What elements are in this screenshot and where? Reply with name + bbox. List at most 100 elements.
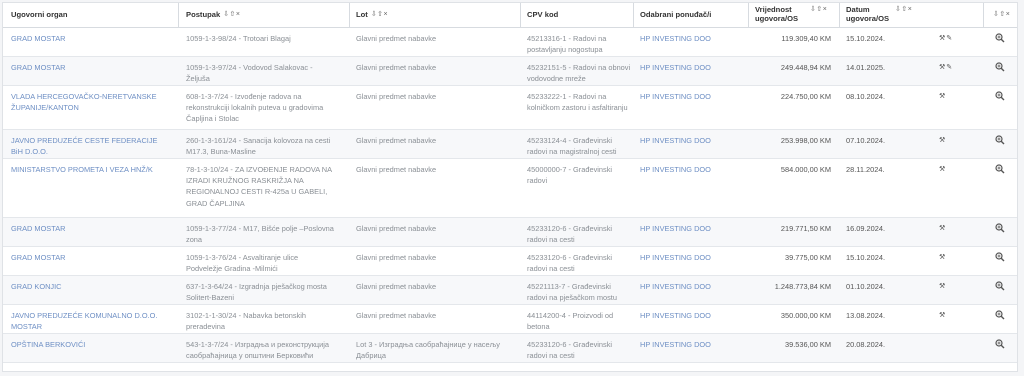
column-separator bbox=[983, 3, 984, 27]
zoom-icon[interactable] bbox=[995, 252, 1005, 262]
row-action-icons: ⚒ bbox=[939, 135, 946, 146]
table-row[interactable]: JAVNO PREDUZEĆE KOMUNALNO D.O.O. MOSTAR 3… bbox=[3, 305, 1017, 334]
row-action-icons: ⚒ bbox=[939, 164, 946, 175]
zoom-icon[interactable] bbox=[995, 135, 1005, 145]
pencil-icon[interactable]: ✎ bbox=[946, 33, 952, 44]
table-row[interactable]: OPŠTINA BERKOVIĆI 543-1-3-7/24 - Изградња… bbox=[3, 334, 1017, 363]
ponudac-cell[interactable]: HP INVESTING DOO bbox=[640, 33, 744, 44]
header-col-vrijednost[interactable]: Vrijednost ugovora/OS ⇩⇧× bbox=[755, 3, 839, 27]
cpv-cell: 45233120-6 - Građevinski radovi na cesti bbox=[527, 253, 613, 274]
header-col-odabrani-ponudac[interactable]: Odabrani ponuđač/i bbox=[640, 3, 752, 27]
organ-cell[interactable]: GRAD KONJIC bbox=[11, 281, 171, 292]
table-row[interactable]: GRAD MOSTAR 1059-1-3-97/24 - Vodovod Sala… bbox=[3, 57, 1017, 86]
table-row[interactable]: JAVNO PREDUZEĆE CESTE FEDERACIJE BiH D.O… bbox=[3, 130, 1017, 159]
header-col-postupak[interactable]: Postupak ⇩⇧× bbox=[186, 3, 344, 27]
header-col-ugovorni-organ[interactable]: Ugovorni organ bbox=[11, 3, 179, 27]
wrench-icon[interactable]: ⚒ bbox=[939, 91, 945, 102]
column-separator bbox=[633, 3, 634, 27]
lot-cell: Glavni predmet nabavke bbox=[356, 224, 437, 233]
zoom-icon[interactable] bbox=[995, 310, 1005, 320]
wrench-icon[interactable]: ⚒ bbox=[939, 62, 945, 73]
column-separator bbox=[349, 3, 350, 27]
ponudac-cell[interactable]: HP INVESTING DOO bbox=[640, 223, 744, 234]
row-action-icons: ⚒ bbox=[939, 91, 946, 102]
lot-cell: Glavni predmet nabavke bbox=[356, 282, 437, 291]
header-col-datum[interactable]: Datum ugovora/OS ⇩⇧× bbox=[846, 3, 916, 27]
postupak-cell: 608-1-3-7/24 - Izvođenje radova na rekon… bbox=[186, 92, 324, 124]
postupak-cell: 260-1-3-161/24 - Sanacija kolovoza na ce… bbox=[186, 136, 331, 157]
contracts-table: Ugovorni organ Postupak ⇩⇧× Lot ⇩⇧× CPV kod Od… bbox=[2, 2, 1018, 372]
header-label: CPV kod bbox=[527, 9, 559, 19]
postupak-cell: 3102-1-1-30/24 - Nabavka betonskih prera… bbox=[186, 311, 306, 332]
cpv-cell: 45232151-5 - Radovi na obnovi vodovodne … bbox=[527, 63, 631, 84]
zoom-icon[interactable] bbox=[995, 91, 1005, 101]
ponudac-cell[interactable]: HP INVESTING DOO bbox=[640, 339, 744, 350]
organ-cell[interactable]: MINISTARSTVO PROMETA I VEZA HNŽ/K bbox=[11, 164, 171, 175]
header-col-actions[interactable]: ⇩⇧× bbox=[990, 3, 1016, 27]
ponudac-cell[interactable]: HP INVESTING DOO bbox=[640, 310, 744, 321]
ponudac-cell[interactable]: HP INVESTING DOO bbox=[640, 135, 744, 146]
organ-cell[interactable]: GRAD MOSTAR bbox=[11, 252, 171, 263]
vrijednost-cell: 253.998,00 KM bbox=[780, 136, 831, 145]
header-label: Lot bbox=[356, 9, 368, 19]
row-action-icons: ⚒ bbox=[939, 310, 946, 321]
ponudac-cell[interactable]: HP INVESTING DOO bbox=[640, 164, 744, 175]
header-label: Ugovorni organ bbox=[11, 9, 68, 19]
wrench-icon[interactable]: ⚒ bbox=[939, 33, 945, 44]
postupak-cell: 1059-1-3-77/24 - M17, Bišće polje –Poslo… bbox=[186, 224, 334, 245]
table-row[interactable]: MINISTARSTVO PROMETA I VEZA HNŽ/K 78-1-3-… bbox=[3, 159, 1017, 218]
datum-cell: 01.10.2024. bbox=[846, 282, 886, 291]
datum-cell: 16.09.2024. bbox=[846, 224, 886, 233]
lot-cell: Glavni predmet nabavke bbox=[356, 63, 437, 72]
table-row[interactable]: GRAD MOSTAR 1059-1-3-76/24 - Asvaltiranje… bbox=[3, 247, 1017, 276]
row-action-icons: ⚒ bbox=[939, 223, 946, 234]
table-row[interactable]: GRAD MOSTAR 1059-1-3-98/24 - Trotoari Bla… bbox=[3, 28, 1017, 57]
table-row[interactable]: GRAD MOSTAR 1059-1-3-77/24 - M17, Bišće p… bbox=[3, 218, 1017, 247]
wrench-icon[interactable]: ⚒ bbox=[939, 310, 945, 321]
header-label: Postupak bbox=[186, 9, 221, 19]
ponudac-cell[interactable]: HP INVESTING DOO bbox=[640, 252, 744, 263]
vrijednost-cell: 119.309,40 KM bbox=[781, 34, 831, 43]
organ-cell[interactable]: JAVNO PREDUZEĆE KOMUNALNO D.O.O. MOSTAR bbox=[11, 310, 171, 332]
organ-cell[interactable]: GRAD MOSTAR bbox=[11, 33, 171, 44]
cpv-cell: 45000000-7 - Građevinski radovi bbox=[527, 165, 613, 186]
zoom-icon[interactable] bbox=[995, 164, 1005, 174]
organ-cell[interactable]: GRAD MOSTAR bbox=[11, 223, 171, 234]
wrench-icon[interactable]: ⚒ bbox=[939, 252, 945, 263]
cpv-cell: 45233120-6 - Građevinski radovi na cesti bbox=[527, 340, 613, 361]
table-row[interactable]: GRAD KONJIC 637-1-3-64/24 - Izgradnja pje… bbox=[3, 276, 1017, 305]
lot-cell: Glavni predmet nabavke bbox=[356, 311, 437, 320]
wrench-icon[interactable]: ⚒ bbox=[939, 281, 945, 292]
datum-cell: 14.01.2025. bbox=[846, 63, 886, 72]
zoom-icon[interactable] bbox=[995, 339, 1005, 349]
pencil-icon[interactable]: ✎ bbox=[946, 62, 952, 73]
header-col-lot[interactable]: Lot ⇩⇧× bbox=[356, 3, 514, 27]
wrench-icon[interactable]: ⚒ bbox=[939, 135, 945, 146]
lot-cell: Glavni predmet nabavke bbox=[356, 34, 437, 43]
column-separator bbox=[178, 3, 179, 27]
organ-cell[interactable]: GRAD MOSTAR bbox=[11, 62, 171, 73]
ponudac-cell[interactable]: HP INVESTING DOO bbox=[640, 281, 744, 292]
sort-filter-controls[interactable]: ⇩⇧× bbox=[895, 6, 912, 15]
organ-cell[interactable]: VLADA HERCEGOVAČKO-NERETVANSKE ŽUPANIJE/… bbox=[11, 91, 171, 113]
zoom-icon[interactable] bbox=[995, 281, 1005, 291]
zoom-icon[interactable] bbox=[995, 33, 1005, 43]
header-col-cpv-kod[interactable]: CPV kod bbox=[527, 3, 639, 27]
wrench-icon[interactable]: ⚒ bbox=[939, 164, 945, 175]
table-row[interactable]: VLADA HERCEGOVAČKO-NERETVANSKE ŽUPANIJE/… bbox=[3, 86, 1017, 130]
sort-filter-controls[interactable]: ⇩⇧× bbox=[223, 11, 240, 20]
vrijednost-cell: 219.771,50 KM bbox=[780, 224, 831, 233]
wrench-icon[interactable]: ⚒ bbox=[939, 223, 945, 234]
postupak-cell: 1059-1-3-97/24 - Vodovod Salakovac - Žel… bbox=[186, 63, 313, 84]
lot-cell: Glavni predmet nabavke bbox=[356, 92, 437, 101]
vrijednost-cell: 249.448,94 KM bbox=[780, 63, 831, 72]
zoom-icon[interactable] bbox=[995, 62, 1005, 72]
ponudac-cell[interactable]: HP INVESTING DOO bbox=[640, 91, 744, 102]
organ-cell[interactable]: JAVNO PREDUZEĆE CESTE FEDERACIJE BiH D.O… bbox=[11, 135, 171, 157]
sort-filter-controls[interactable]: ⇩⇧× bbox=[810, 6, 827, 15]
zoom-icon[interactable] bbox=[995, 223, 1005, 233]
sort-filter-controls[interactable]: ⇩⇧× bbox=[371, 11, 388, 20]
sort-filter-controls[interactable]: ⇩⇧× bbox=[993, 11, 1010, 20]
ponudac-cell[interactable]: HP INVESTING DOO bbox=[640, 62, 744, 73]
organ-cell[interactable]: OPŠTINA BERKOVIĆI bbox=[11, 339, 171, 350]
